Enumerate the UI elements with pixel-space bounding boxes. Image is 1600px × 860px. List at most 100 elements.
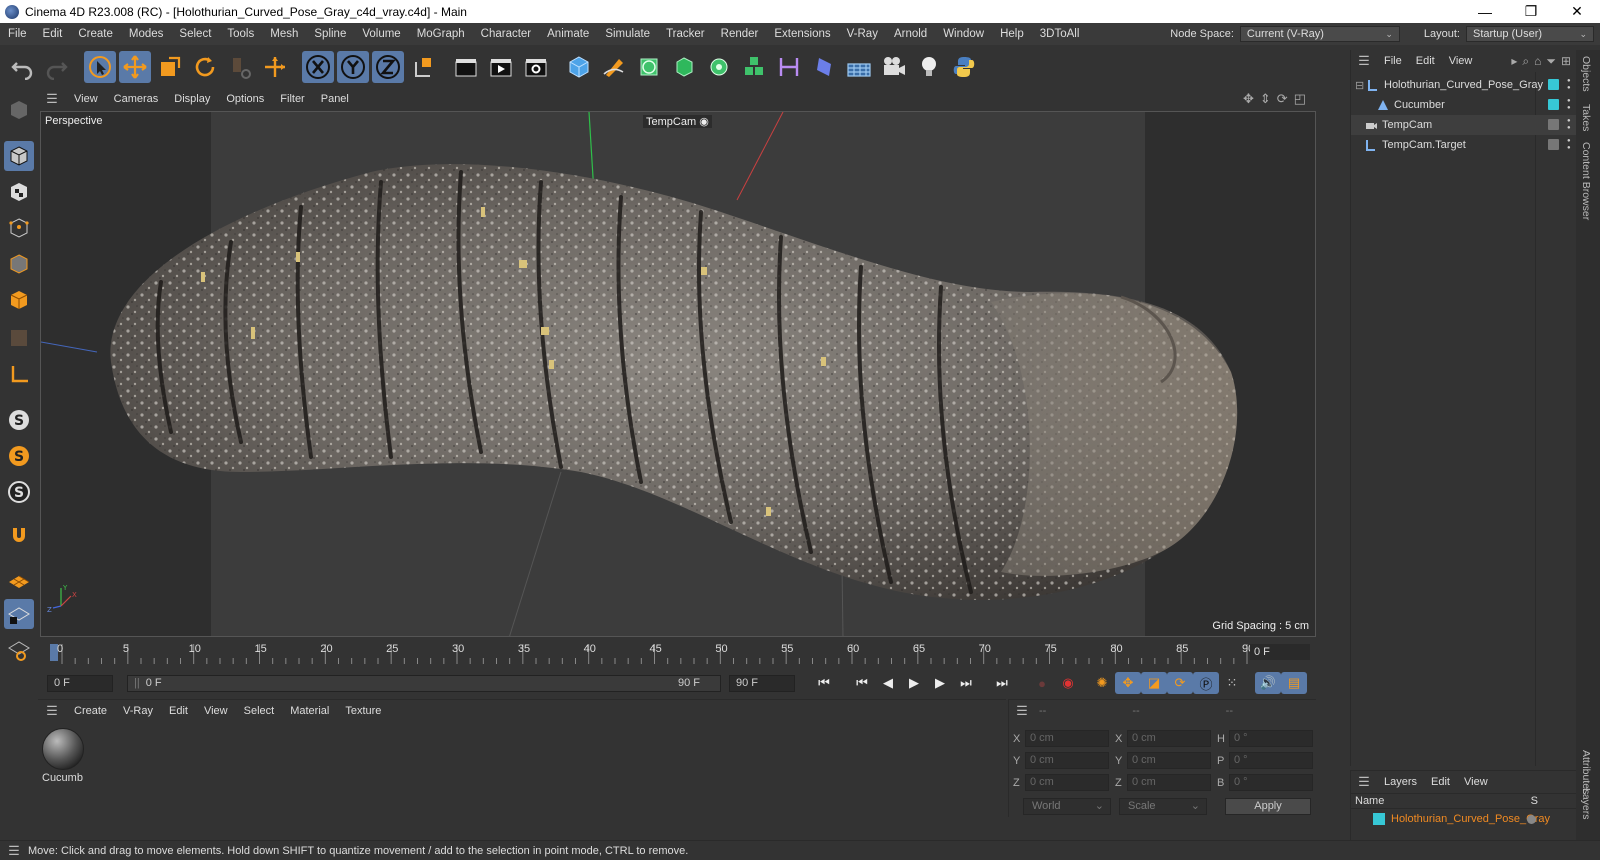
menu-spline[interactable]: Spline (306, 28, 354, 40)
locked-workplane-button[interactable] (4, 599, 34, 629)
layer-color-swatch[interactable] (1373, 813, 1385, 825)
objects-menu-file[interactable]: File (1377, 55, 1409, 67)
objects-menu-edit[interactable]: Edit (1409, 55, 1442, 67)
hamburger-icon[interactable]: ☰ (1009, 703, 1035, 719)
viewport-menu-display[interactable]: Display (166, 93, 218, 105)
material-menu-select[interactable]: Select (236, 705, 283, 717)
frame-range-slider[interactable]: || 0 F 90 F (127, 674, 721, 692)
menu-tools[interactable]: Tools (219, 28, 262, 40)
visibility-dots-icon[interactable]: ● ● (1567, 138, 1571, 152)
edges-mode-button[interactable] (4, 249, 34, 279)
viewport-menu-view[interactable]: View (66, 93, 106, 105)
recent-tool-button[interactable] (224, 51, 256, 83)
menu-render[interactable]: Render (713, 28, 767, 40)
layer-solo-toggle[interactable] (1527, 815, 1536, 824)
key-position-button[interactable]: ✥ (1115, 672, 1141, 694)
timeline-button[interactable]: ▤ (1281, 672, 1307, 694)
cloner-button[interactable] (703, 51, 735, 83)
go-to-end-button[interactable]: ⏭ (989, 672, 1015, 694)
menu-character[interactable]: Character (473, 28, 540, 40)
autokey-button[interactable]: ◉ (1055, 672, 1081, 694)
mograph-button[interactable] (738, 51, 770, 83)
new-window-icon[interactable]: ⊞ (1561, 54, 1571, 69)
layout-dropdown[interactable]: Startup (User) ⌄ (1466, 26, 1594, 42)
field-button[interactable] (808, 51, 840, 83)
layers-menu-edit[interactable]: Edit (1424, 776, 1457, 788)
tab-layers[interactable]: Layers (1580, 788, 1592, 820)
render-settings-button[interactable] (520, 51, 552, 83)
rotation-b-field[interactable]: 0 ° (1229, 774, 1313, 791)
more-arrow-icon[interactable]: ▸ (1511, 54, 1517, 69)
dolly-view-icon[interactable]: ⇕ (1260, 91, 1271, 107)
menu-arnold[interactable]: Arnold (886, 28, 935, 40)
position-x-field[interactable]: 0 cm (1025, 730, 1109, 747)
rotation-h-field[interactable]: 0 ° (1229, 730, 1313, 747)
objects-menu-view[interactable]: View (1442, 55, 1480, 67)
object-row-tempcam-target[interactable]: TempCam.Target ● ● (1351, 135, 1577, 155)
y-axis-lock-button[interactable] (337, 51, 369, 83)
key-parameter-button[interactable]: Ⓟ (1193, 672, 1219, 694)
polygons-mode-button[interactable] (4, 285, 34, 315)
size-x-field[interactable]: 0 cm (1127, 730, 1211, 747)
collapse-icon[interactable]: ⊟ (1355, 79, 1367, 92)
scale-tool-button[interactable] (154, 51, 186, 83)
menu-extensions[interactable]: Extensions (766, 28, 838, 40)
start-frame-field[interactable]: 0 F (47, 674, 113, 692)
tab-objects[interactable]: Objects (1580, 56, 1592, 92)
pan-view-icon[interactable]: ✥ (1243, 91, 1254, 107)
x-axis-lock-button[interactable] (302, 51, 334, 83)
points-mode-button[interactable] (4, 213, 34, 243)
hamburger-icon[interactable]: ☰ (38, 703, 66, 719)
menu-create[interactable]: Create (70, 28, 121, 40)
menu-file[interactable]: File (0, 28, 35, 40)
magnet-button[interactable] (4, 521, 34, 551)
position-z-field[interactable]: 0 cm (1025, 774, 1109, 791)
menu-modes[interactable]: Modes (121, 28, 172, 40)
menu-3dtoall[interactable]: 3DToAll (1032, 28, 1088, 40)
coordinate-system-button[interactable] (407, 51, 439, 83)
size-mode-dropdown[interactable]: Scale ⌄ (1119, 798, 1207, 815)
axis-mode-button[interactable] (4, 359, 34, 389)
home-icon[interactable]: ⌂ (1534, 54, 1541, 69)
key-pla-button[interactable]: ⁙ (1219, 672, 1245, 694)
visibility-dots-icon[interactable]: ● ● (1567, 98, 1571, 112)
hamburger-icon[interactable]: ☰ (0, 843, 28, 859)
sound-scrub-button[interactable]: 🔊 (1255, 672, 1281, 694)
coordinate-space-dropdown[interactable]: World ⌄ (1023, 798, 1111, 815)
search-icon[interactable]: ⌕ (1522, 54, 1529, 69)
apply-button[interactable]: Apply (1225, 798, 1311, 815)
snap-settings-button[interactable]: S (4, 441, 34, 471)
live-selection-button[interactable] (84, 51, 116, 83)
node-space-dropdown[interactable]: Current (V-Ray) ⌄ (1239, 26, 1400, 42)
active-camera-label[interactable]: TempCam ◉ (643, 115, 712, 128)
menu-window[interactable]: Window (935, 28, 992, 40)
viewport-menu-cameras[interactable]: Cameras (106, 93, 167, 105)
size-y-field[interactable]: 0 cm (1127, 752, 1211, 769)
transform-tool-button[interactable] (259, 51, 291, 83)
snap-button[interactable]: S (4, 405, 34, 435)
rotation-p-field[interactable]: 0 ° (1229, 752, 1313, 769)
menu-mograph[interactable]: MoGraph (409, 28, 473, 40)
menu-mesh[interactable]: Mesh (262, 28, 306, 40)
python-button[interactable] (948, 51, 980, 83)
material-menu-material[interactable]: Material (282, 705, 337, 717)
record-keys-button[interactable]: ● (1029, 672, 1055, 694)
material-preview-sphere[interactable] (42, 728, 84, 770)
viewport-menu-options[interactable]: Options (218, 93, 272, 105)
size-z-field[interactable]: 0 cm (1127, 774, 1211, 791)
hamburger-icon[interactable]: ☰ (1351, 774, 1377, 790)
hamburger-icon[interactable]: ☰ (38, 91, 66, 107)
maximize-view-icon[interactable]: ◰ (1294, 91, 1306, 107)
timeline-ruler[interactable]: 0 5 10 15 20 25 30 35 40 45 50 55 60 65 70 75 80 85 90 0 F (40, 640, 1316, 666)
layers-menu-layers[interactable]: Layers (1377, 776, 1424, 788)
light-button[interactable] (913, 51, 945, 83)
workplane-snap-button[interactable]: S (4, 477, 34, 507)
floor-button[interactable] (843, 51, 875, 83)
model-mode-button[interactable] (4, 141, 34, 171)
z-axis-lock-button[interactable] (372, 51, 404, 83)
make-editable-button[interactable] (4, 95, 34, 125)
go-to-start-button[interactable]: ⏮ (811, 672, 837, 694)
cube-button[interactable] (563, 51, 595, 83)
render-view-button[interactable] (450, 51, 482, 83)
key-scale-button[interactable]: ◪ (1141, 672, 1167, 694)
